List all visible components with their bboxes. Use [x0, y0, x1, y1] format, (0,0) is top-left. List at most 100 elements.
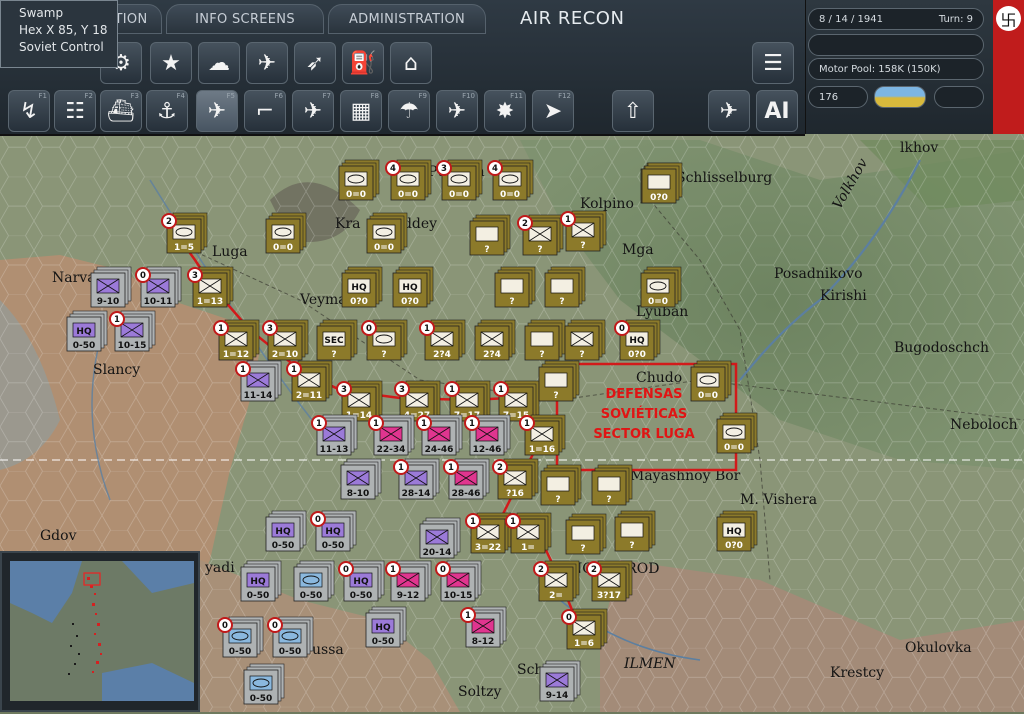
weather-button[interactable]: ☁: [198, 42, 240, 84]
weather-indicator[interactable]: [874, 86, 926, 108]
tab-info-screens[interactable]: INFO SCREENS: [166, 4, 324, 34]
up-arrow-button[interactable]: ⇧: [612, 90, 654, 132]
unit-counter[interactable]: HQ 0-50 0: [338, 560, 385, 602]
unit-counter[interactable]: ?: [614, 510, 656, 552]
unit-counter[interactable]: 2?4 1: [419, 319, 466, 361]
unit-counter[interactable]: 2?4: [474, 319, 516, 361]
arrow-circle-button[interactable]: ➤ F12: [532, 90, 574, 132]
unit-counter[interactable]: HQ 0?0: [341, 266, 383, 308]
unit-counter[interactable]: ?16 2: [492, 458, 539, 500]
unit-counter[interactable]: 2=11 1: [286, 360, 333, 402]
unit-counter[interactable]: 0=0: [338, 159, 380, 201]
unit-counter[interactable]: 10-11 0: [135, 266, 182, 308]
plane-button[interactable]: ✈ F7: [292, 90, 334, 132]
unit-counter[interactable]: ?1: [560, 210, 607, 252]
unit-counter[interactable]: 8-10: [340, 458, 382, 500]
naval-button[interactable]: ⚓ F4: [146, 90, 188, 132]
bomber-button[interactable]: ✈ F10: [436, 90, 478, 132]
unit-counter[interactable]: 10-15 1: [109, 310, 156, 352]
unit-counter[interactable]: 0=0 3: [436, 159, 483, 201]
paratrooper-button[interactable]: ☂ F9: [388, 90, 430, 132]
unit-counter[interactable]: 11-14 1: [235, 360, 282, 402]
unit-counter[interactable]: 9-14: [539, 660, 581, 702]
unit-counter[interactable]: ?: [564, 319, 606, 361]
unit-counter[interactable]: 1= 1: [505, 512, 552, 554]
unit-counter[interactable]: ?: [540, 464, 582, 506]
unit-counter[interactable]: 0-50: [243, 663, 285, 705]
unit-counter[interactable]: 9-12 1: [385, 560, 432, 602]
unit-counter[interactable]: 10-15 0: [435, 560, 482, 602]
unit-counter[interactable]: ?: [591, 464, 633, 506]
unit-counter[interactable]: HQ 0-50 0: [310, 510, 357, 552]
unit-counter[interactable]: 0=0: [690, 360, 732, 402]
unit-counter[interactable]: 0=0 4: [385, 159, 432, 201]
unit-moves: 1: [240, 365, 246, 375]
fuel-can-button[interactable]: ⛽: [342, 42, 384, 84]
unit-counter[interactable]: 0-50 0: [267, 616, 314, 658]
ai-button[interactable]: AI: [756, 90, 798, 132]
unit-counter[interactable]: ?: [544, 266, 586, 308]
unit-counter[interactable]: 0=0: [366, 212, 408, 254]
unit-counter[interactable]: 8-12 1: [460, 606, 507, 648]
crossed-planes-button[interactable]: ✈: [246, 42, 288, 84]
function-key-label: F2: [84, 92, 93, 100]
unit-counter[interactable]: 0-50: [293, 560, 335, 602]
unit-counter[interactable]: 12-46 1: [464, 414, 511, 456]
unit-counter[interactable]: SEC?: [316, 319, 358, 361]
star-button[interactable]: ★: [150, 42, 192, 84]
explosion-button[interactable]: ✸ F11: [484, 90, 526, 132]
unit-strength: 11-13: [320, 445, 349, 455]
unit-counter[interactable]: 28-14 1: [393, 458, 440, 500]
unit-counter[interactable]: HQ 0-50: [265, 510, 307, 552]
unit-counter[interactable]: HQ 0?0: [392, 266, 434, 308]
unit-counter[interactable]: HQ 0-50: [365, 606, 407, 648]
unit-counter[interactable]: ?: [494, 266, 536, 308]
city-button[interactable]: ▦ F8: [340, 90, 382, 132]
unit-counter[interactable]: ?: [469, 214, 511, 256]
unit-counter[interactable]: HQ 0?0 0: [614, 319, 661, 361]
ship-button[interactable]: ⛴ F3: [100, 90, 142, 132]
unit-counter[interactable]: 9-10: [90, 266, 132, 308]
unit-counter[interactable]: 3=22 1: [465, 512, 512, 554]
minimap[interactable]: [0, 551, 200, 712]
tab-administration[interactable]: ADMINISTRATION: [328, 4, 486, 34]
unit-counter[interactable]: ?: [524, 319, 566, 361]
unit-counter[interactable]: 0?0: [641, 162, 683, 204]
unit-counter[interactable]: ?0: [361, 319, 408, 361]
unit-counter[interactable]: HQ 0-50: [240, 560, 282, 602]
unit-counter[interactable]: 24-46 1: [416, 414, 463, 456]
unit-counter[interactable]: ?: [565, 513, 607, 555]
air-recon-button[interactable]: ✈ F5: [196, 90, 238, 132]
unit-counter[interactable]: 1=6 0: [561, 608, 608, 650]
unit-counter[interactable]: 3?17 2: [586, 560, 633, 602]
unit-counter[interactable]: 0-50 0: [217, 616, 264, 658]
artillery-button[interactable]: ⌐ F6: [244, 90, 286, 132]
stack-button[interactable]: ☰: [752, 42, 794, 84]
unit-counter[interactable]: ?: [538, 360, 580, 402]
air-units-button[interactable]: ✈: [708, 90, 750, 132]
gate-button[interactable]: ⌂: [390, 42, 432, 84]
road-button[interactable]: ↯ F1: [8, 90, 50, 132]
unit-counter[interactable]: 2= 2: [533, 560, 580, 602]
unit-counter[interactable]: 1=5 2: [161, 212, 208, 254]
faction-flag: 卐: [993, 0, 1024, 134]
unit-counter[interactable]: 28-46 1: [443, 458, 490, 500]
unit-counter[interactable]: 2=10 3: [262, 319, 309, 361]
unit-moves: 3: [341, 385, 347, 395]
rail-button[interactable]: ☷ F2: [54, 90, 96, 132]
unit-counter[interactable]: ?2: [517, 214, 564, 256]
unit-counter[interactable]: 11-13 1: [311, 414, 358, 456]
unit-counter[interactable]: 0=0 4: [487, 159, 534, 201]
rocket-button[interactable]: ➶: [294, 42, 336, 84]
unit-counter[interactable]: 1=12 1: [213, 319, 260, 361]
unit-counter[interactable]: 0=0: [640, 266, 682, 308]
unit-counter[interactable]: 0=0: [265, 212, 307, 254]
unit-counter[interactable]: HQ 0-50: [66, 310, 108, 352]
unit-counter[interactable]: 22-34 1: [368, 414, 415, 456]
unit-counter[interactable]: 0=0: [716, 412, 758, 454]
unit-counter[interactable]: HQ 0?0: [716, 510, 758, 552]
unit-type-label: HQ: [275, 527, 291, 537]
unit-counter[interactable]: 1=16 1: [519, 414, 566, 456]
unit-counter[interactable]: 1=13 3: [187, 266, 234, 308]
unit-counter[interactable]: 20-14: [419, 517, 461, 559]
